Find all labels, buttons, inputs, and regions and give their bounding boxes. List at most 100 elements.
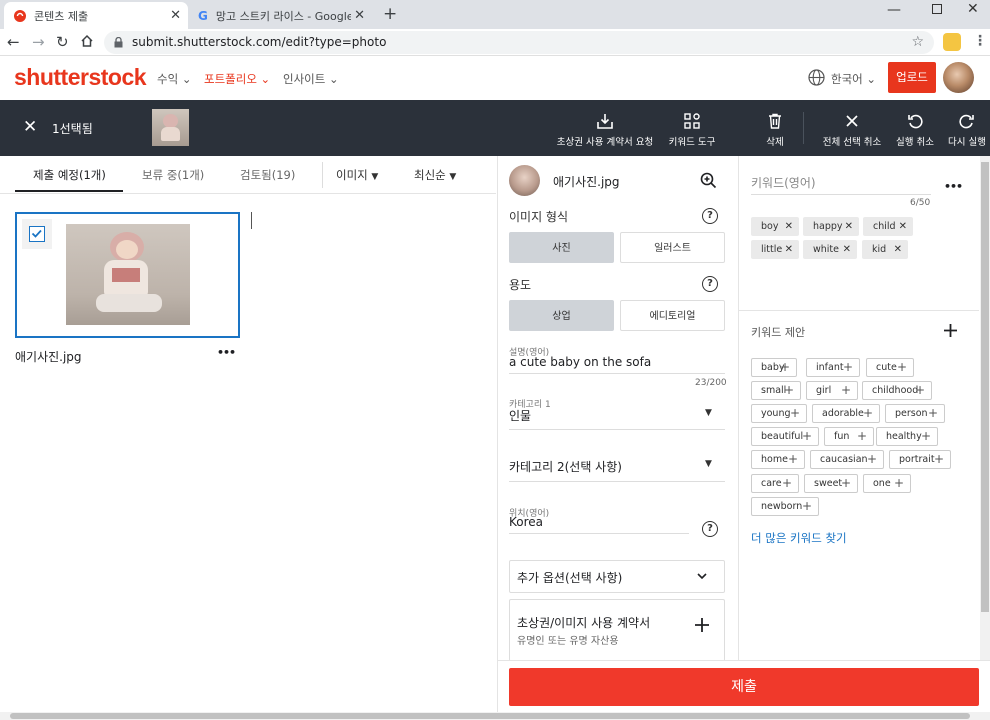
card-checkbox[interactable] xyxy=(22,219,52,249)
suggestion-chip[interactable]: care + xyxy=(751,474,799,493)
suggestion-chip[interactable]: newborn + xyxy=(751,497,819,516)
add-keyword-plus-icon[interactable]: + xyxy=(788,451,798,468)
add-all-suggestions-plus-icon[interactable] xyxy=(943,323,958,338)
suggestion-chip[interactable]: adorable + xyxy=(812,404,880,423)
home-icon[interactable] xyxy=(80,34,94,48)
add-keyword-plus-icon[interactable]: + xyxy=(782,475,792,492)
suggestion-chip[interactable]: cute + xyxy=(866,358,914,377)
remove-keyword-icon[interactable]: ✕ xyxy=(894,240,902,259)
maximize-window-icon[interactable] xyxy=(932,4,942,14)
add-keyword-plus-icon[interactable]: + xyxy=(915,382,925,399)
horizontal-scrollbar-thumb[interactable] xyxy=(10,713,970,719)
dropdown-triangle-icon[interactable]: ▼ xyxy=(705,408,712,418)
redo-button[interactable]: 다시 실행 xyxy=(947,112,987,148)
close-window-icon[interactable]: ✕ xyxy=(967,1,979,17)
help-icon[interactable]: ? xyxy=(702,208,718,224)
release-section[interactable]: 초상권/이미지 사용 계약서 유명인 또는 유명 자산용 xyxy=(509,599,725,661)
add-keyword-plus-icon[interactable]: + xyxy=(921,428,931,445)
add-keyword-plus-icon[interactable]: + xyxy=(784,382,794,399)
delete-button[interactable]: 삭제 xyxy=(762,112,788,148)
suggestion-chip[interactable]: home + xyxy=(751,450,805,469)
image-type-photo[interactable]: 사진 xyxy=(509,232,614,263)
horizontal-scrollbar-track[interactable] xyxy=(0,712,990,720)
suggestion-chip[interactable]: healthy + xyxy=(876,427,938,446)
suggestion-chip[interactable]: fun + xyxy=(824,427,874,446)
page-scrollbar-thumb[interactable] xyxy=(981,162,989,612)
deselect-all-button[interactable]: 전체 선택 취소 xyxy=(821,112,883,148)
dropdown-triangle-icon[interactable]: ▼ xyxy=(705,459,712,469)
keyword-chip[interactable]: white ✕ xyxy=(803,240,857,259)
page-scrollbar-track[interactable] xyxy=(980,156,990,660)
add-keyword-plus-icon[interactable]: + xyxy=(867,451,877,468)
keyword-chip[interactable]: child ✕ xyxy=(863,217,913,236)
usage-editorial[interactable]: 에디토리얼 xyxy=(620,300,725,331)
add-keyword-plus-icon[interactable]: + xyxy=(857,428,867,445)
keyword-tool-button[interactable]: 키워드 도구 xyxy=(666,112,718,148)
help-icon[interactable]: ? xyxy=(702,521,718,537)
keyword-input[interactable]: 키워드(영어) xyxy=(751,174,816,191)
back-arrow-icon[interactable]: ← xyxy=(7,33,20,51)
card-more-icon[interactable]: ••• xyxy=(217,346,236,359)
selected-thumbnail[interactable] xyxy=(152,109,189,146)
submit-button[interactable]: 제출 xyxy=(509,668,979,706)
category2-select[interactable]: 카테고리 2(선택 사항) xyxy=(509,458,622,475)
description-input[interactable]: a cute baby on the sofa xyxy=(509,355,651,369)
add-keyword-plus-icon[interactable]: + xyxy=(928,405,938,422)
tab-reviewed[interactable]: 검토됨(19) xyxy=(240,167,295,183)
suggestion-chip[interactable]: one + xyxy=(863,474,911,493)
forward-arrow-icon[interactable]: → xyxy=(32,33,45,51)
browser-tab-active[interactable]: 콘텐츠 제출 ✕ xyxy=(4,2,188,29)
add-keyword-plus-icon[interactable]: + xyxy=(841,382,851,399)
add-keyword-plus-icon[interactable]: + xyxy=(802,428,812,445)
close-selection-icon[interactable]: ✕ xyxy=(23,117,37,137)
suggestion-chip[interactable]: girl + xyxy=(806,381,858,400)
shutterstock-logo[interactable]: shutterstock xyxy=(14,64,147,91)
tab-to-submit[interactable]: 제출 예정(1개) xyxy=(33,167,106,183)
keyword-more-icon[interactable]: ••• xyxy=(944,180,963,193)
help-icon[interactable]: ? xyxy=(702,276,718,292)
usage-commercial[interactable]: 상업 xyxy=(509,300,614,331)
request-release-button[interactable]: 초상권 사용 계약서 요청 xyxy=(555,112,655,148)
nav-insights[interactable]: 인사이트 ⌄ xyxy=(283,71,339,87)
nav-earnings[interactable]: 수익 ⌄ xyxy=(157,71,191,87)
add-keyword-plus-icon[interactable]: + xyxy=(802,498,812,515)
suggestion-chip[interactable]: childhood + xyxy=(862,381,932,400)
extension-icon[interactable] xyxy=(943,33,961,51)
minimize-window-icon[interactable]: — xyxy=(887,2,901,18)
keyword-chip[interactable]: kid ✕ xyxy=(862,240,908,259)
remove-keyword-icon[interactable]: ✕ xyxy=(899,217,907,236)
sort-dropdown[interactable]: 최신순 ▼ xyxy=(414,167,456,183)
avatar[interactable] xyxy=(943,62,974,93)
add-keyword-plus-icon[interactable]: + xyxy=(843,359,853,376)
add-keyword-plus-icon[interactable]: + xyxy=(790,405,800,422)
new-tab-button[interactable]: + xyxy=(383,4,397,24)
add-release-plus-icon[interactable] xyxy=(694,617,710,633)
address-bar[interactable]: submit.shutterstock.com/edit?type=photo … xyxy=(104,31,934,54)
language-selector[interactable]: 한국어 ⌄ xyxy=(831,71,876,87)
suggestion-chip[interactable]: small + xyxy=(751,381,801,400)
extra-options-accordion[interactable]: 추가 옵션(선택 사항) xyxy=(509,560,725,593)
bookmark-star-icon[interactable]: ☆ xyxy=(911,31,924,54)
add-keyword-plus-icon[interactable]: + xyxy=(934,451,944,468)
browser-tab[interactable]: G 망고 스트키 라이스 - Google 검 ✕ xyxy=(188,2,372,29)
add-keyword-plus-icon[interactable]: + xyxy=(863,405,873,422)
keyword-chip[interactable]: boy ✕ xyxy=(751,217,799,236)
zoom-in-icon[interactable] xyxy=(700,172,717,189)
media-type-filter[interactable]: 이미지 ▼ xyxy=(336,167,378,183)
remove-keyword-icon[interactable]: ✕ xyxy=(843,240,851,259)
suggestion-chip[interactable]: person + xyxy=(885,404,945,423)
location-input[interactable]: Korea xyxy=(509,515,543,529)
keyword-chip[interactable]: little ✕ xyxy=(751,240,799,259)
suggestion-chip[interactable]: infant + xyxy=(806,358,860,377)
add-keyword-plus-icon[interactable]: + xyxy=(841,475,851,492)
remove-keyword-icon[interactable]: ✕ xyxy=(785,217,793,236)
category1-select[interactable]: 인물 xyxy=(509,407,531,424)
suggestion-chip[interactable]: caucasian + xyxy=(810,450,884,469)
close-tab-icon[interactable]: ✕ xyxy=(170,8,181,23)
add-keyword-plus-icon[interactable]: + xyxy=(897,359,907,376)
browser-menu-icon[interactable]: ⋮ xyxy=(973,33,987,49)
reload-icon[interactable]: ↻ xyxy=(56,33,69,51)
undo-button[interactable]: 실행 취소 xyxy=(894,112,936,148)
suggestion-chip[interactable]: beautiful + xyxy=(751,427,819,446)
image-type-illustration[interactable]: 일러스트 xyxy=(620,232,725,263)
